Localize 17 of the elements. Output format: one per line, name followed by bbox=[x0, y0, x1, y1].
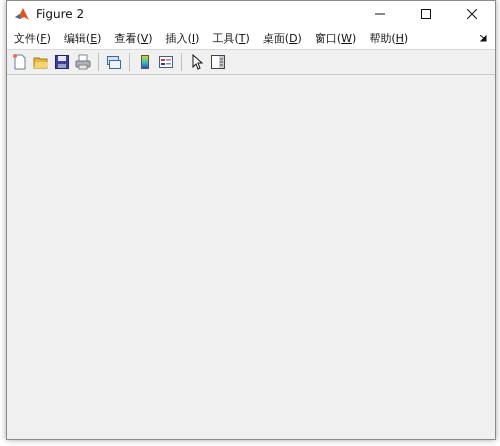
window-title: Figure 2 bbox=[36, 7, 84, 21]
printer-icon[interactable] bbox=[74, 53, 92, 71]
windows-icon[interactable] bbox=[105, 53, 123, 71]
legend-icon[interactable] bbox=[157, 53, 175, 71]
menu-item[interactable]: 工具(T) bbox=[212, 28, 250, 48]
menu-item[interactable]: 查看(V) bbox=[114, 28, 153, 48]
menu-item[interactable]: 帮助(H) bbox=[369, 28, 408, 48]
matlab-logo-icon bbox=[14, 6, 30, 22]
menu-item[interactable]: 插入(I) bbox=[166, 28, 200, 48]
close-icon bbox=[467, 9, 477, 19]
menu-item[interactable]: 桌面(D) bbox=[262, 28, 302, 48]
menu-item[interactable]: 编辑(E) bbox=[64, 28, 102, 48]
menu-item[interactable]: 窗口(W) bbox=[314, 28, 356, 48]
maximize-icon bbox=[421, 9, 431, 19]
panel-icon[interactable] bbox=[209, 53, 227, 71]
dock-arrow-icon[interactable] bbox=[480, 34, 487, 42]
menu-item[interactable]: 文件(F) bbox=[14, 28, 51, 48]
